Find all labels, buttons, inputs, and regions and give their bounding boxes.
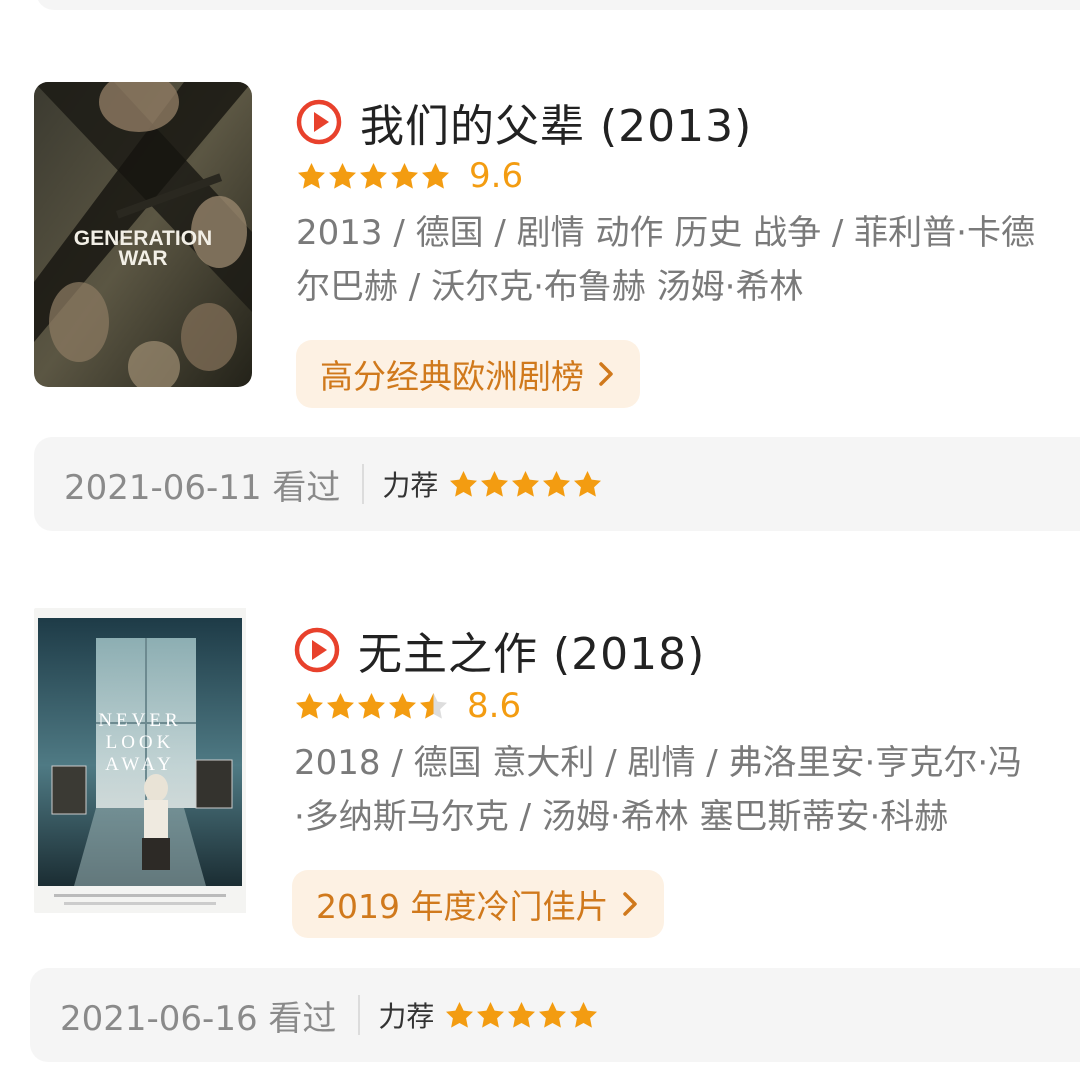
rating-score: 8.6 <box>467 686 522 726</box>
rating-row: 9.6 <box>296 156 523 196</box>
play-icon[interactable] <box>294 627 340 673</box>
rating-stars <box>294 691 449 722</box>
star-icon <box>543 470 571 497</box>
poster-image: GENERATION WAR <box>34 82 252 387</box>
movie-title-row[interactable]: 无主之作 (2018) <box>294 618 705 682</box>
star-icon <box>574 470 602 497</box>
watched-date: 2021-06-16 看过 <box>60 998 337 1039</box>
star-icon <box>420 692 447 719</box>
poster-title-line2: WAR <box>119 247 168 270</box>
list-tag-button[interactable]: 高分经典欧洲剧榜 <box>296 340 640 408</box>
divider <box>362 464 365 504</box>
star-icon <box>422 162 449 189</box>
star-icon <box>358 692 385 719</box>
star-icon <box>389 692 416 719</box>
movie-title[interactable]: 我们的父辈 (2013) <box>360 90 752 154</box>
watch-record[interactable]: 2021-06-16 看过 力荐 <box>30 968 1080 1062</box>
list-tag-label: 高分经典欧洲剧榜 <box>320 357 584 396</box>
star-icon <box>477 1001 505 1028</box>
movie-meta-line2: ·多纳斯马尔克 / 汤姆·希林 塞巴斯蒂安·科赫 <box>294 797 949 837</box>
star-icon <box>481 470 509 497</box>
movie-meta-line1: 2013 / 德国 / 剧情 动作 历史 战争 / 菲利普·卡德 <box>296 213 1035 253</box>
chevron-right-icon <box>623 892 638 916</box>
poster-title-line1: NEVER <box>98 710 181 731</box>
star-icon <box>450 470 478 497</box>
play-icon[interactable] <box>296 99 342 145</box>
watch-record[interactable]: 2021-06-11 看过 力荐 <box>34 437 1080 531</box>
star-icon <box>539 1001 567 1028</box>
list-tag-label: 2019 年度冷门佳片 <box>316 887 609 926</box>
previous-entry-card <box>36 0 1080 10</box>
star-icon <box>327 692 354 719</box>
star-icon <box>446 1001 474 1028</box>
watched-date: 2021-06-11 看过 <box>64 467 341 508</box>
movie-title-row[interactable]: 我们的父辈 (2013) <box>296 90 752 154</box>
rating-stars <box>296 161 451 192</box>
star-icon <box>298 162 325 189</box>
poster-title-line2: LOOK <box>106 732 175 753</box>
movie-meta-line1: 2018 / 德国 意大利 / 剧情 / 弗洛里安·亨克尔·冯 <box>294 743 1023 783</box>
recommend-label: 力荐 <box>378 1000 435 1033</box>
star-icon <box>508 1001 536 1028</box>
star-icon <box>329 162 356 189</box>
divider <box>358 995 361 1035</box>
movie-poster[interactable]: GENERATION WAR <box>34 82 252 387</box>
user-rating-stars <box>448 469 603 500</box>
star-icon <box>296 692 323 719</box>
poster-image: NEVER LOOK AWAY <box>34 608 246 913</box>
list-tag-button[interactable]: 2019 年度冷门佳片 <box>292 870 665 938</box>
movie-meta-line2: 尔巴赫 / 沃尔克·布鲁赫 汤姆·希林 <box>296 267 804 307</box>
star-icon <box>512 470 540 497</box>
star-icon <box>391 162 418 189</box>
star-icon <box>360 162 387 189</box>
poster-title-line3: AWAY <box>105 754 175 775</box>
movie-poster[interactable]: NEVER LOOK AWAY <box>34 608 252 913</box>
star-icon <box>570 1001 598 1028</box>
rating-score: 9.6 <box>469 156 524 196</box>
recommend-label: 力荐 <box>382 469 439 502</box>
movie-title[interactable]: 无主之作 (2018) <box>358 618 705 682</box>
rating-row: 8.6 <box>294 686 521 726</box>
user-rating-stars <box>444 1000 599 1031</box>
chevron-right-icon <box>599 362 613 386</box>
